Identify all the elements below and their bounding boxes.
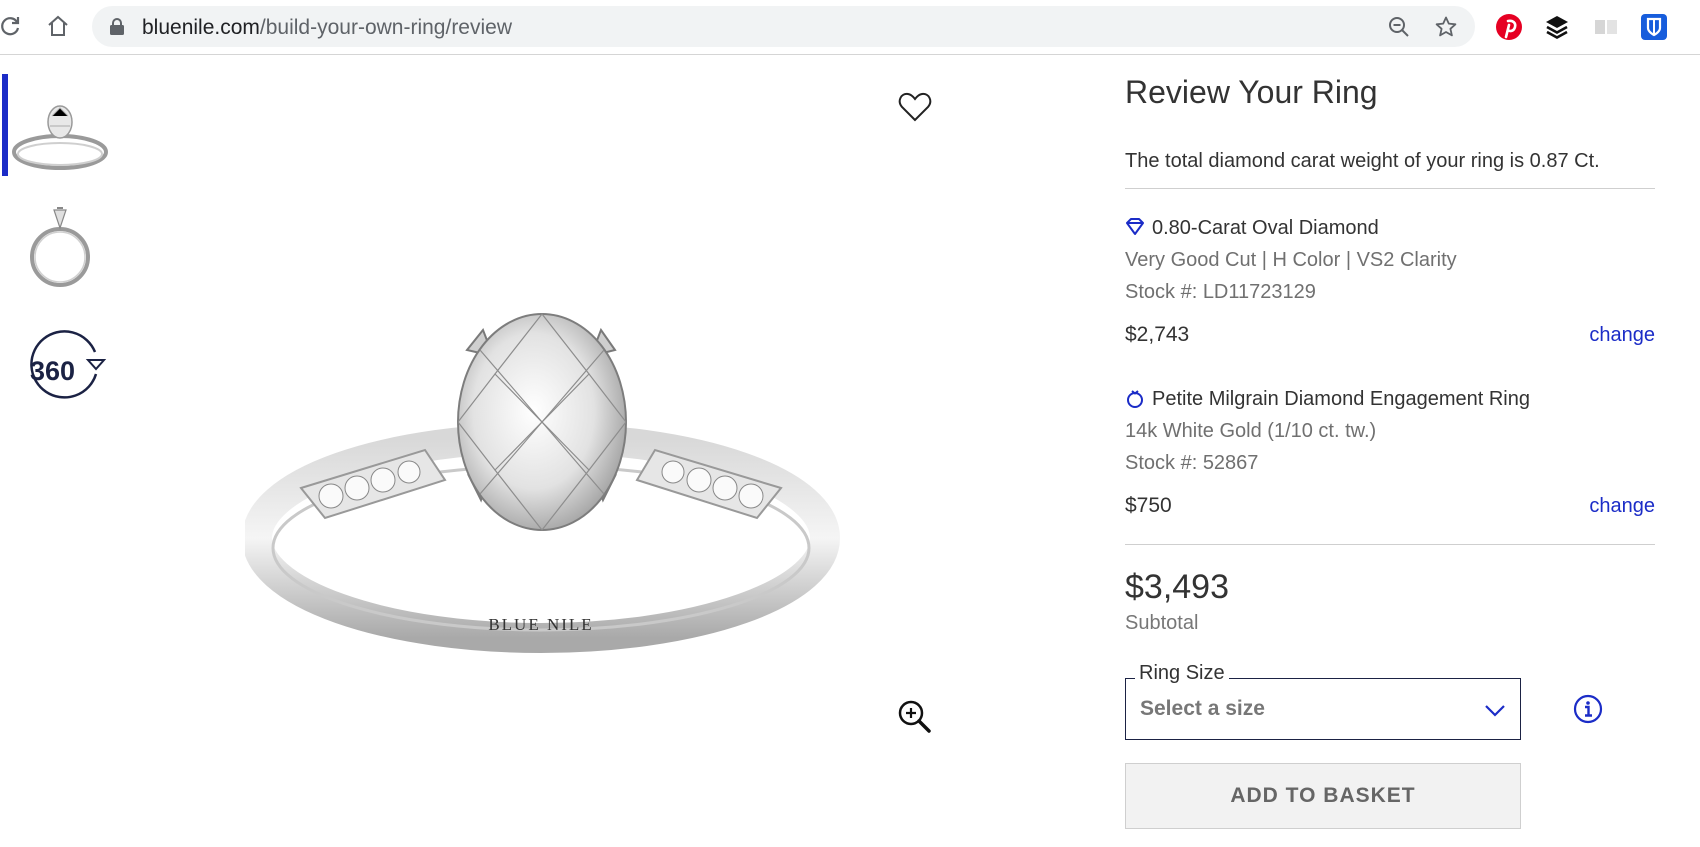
thumbnail-360-view[interactable]: 360 (8, 326, 110, 426)
setting-item-stock: Stock #: 52867 (1125, 452, 1259, 474)
divider (1125, 188, 1655, 189)
address-bar[interactable]: bluenile.com/build-your-own-ring/review (92, 6, 1475, 47)
ring-engraving: BLUE NILE (488, 615, 593, 634)
home-icon[interactable] (46, 14, 70, 38)
zoom-out-icon[interactable] (1387, 15, 1411, 39)
subtotal-label: Subtotal (1125, 612, 1199, 634)
ring-size-placeholder: Select a size (1140, 697, 1265, 720)
diamond-item-stock: Stock #: LD11723129 (1125, 281, 1316, 303)
setting-item-price: $750 (1125, 494, 1172, 517)
browser-toolbar: bluenile.com/build-your-own-ring/review (0, 0, 1700, 55)
password-manager-extension-icon[interactable] (1640, 13, 1668, 41)
ring-image: BLUE NILE (245, 313, 840, 653)
carat-weight-note: The total diamond carat weight of your r… (1125, 150, 1600, 172)
diamond-item-details: Very Good Cut | H Color | VS2 Clarity (1125, 249, 1457, 271)
setting-item-details: 14k White Gold (1/10 ct. tw.) (1125, 420, 1377, 442)
reload-icon[interactable] (0, 14, 22, 38)
heart-icon[interactable] (898, 91, 932, 123)
reader-extension-icon[interactable] (1592, 13, 1620, 41)
thumbnail-side-view[interactable] (8, 200, 110, 300)
setting-item-title: Petite Milgrain Diamond Engagement Ring (1125, 388, 1530, 411)
chevron-down-icon (1485, 705, 1505, 717)
url-text[interactable]: bluenile.com/build-your-own-ring/review (142, 16, 512, 40)
change-diamond-link[interactable]: change (1589, 324, 1655, 347)
info-icon[interactable] (1573, 694, 1603, 724)
zoom-in-icon[interactable] (896, 698, 932, 734)
ring-icon (1127, 390, 1143, 408)
ring-size-select[interactable]: Ring Size Select a size (1125, 662, 1521, 740)
divider (1125, 544, 1655, 545)
page-title: Review Your Ring (1125, 74, 1378, 110)
total-price: $3,493 (1125, 568, 1229, 606)
bookmark-star-icon[interactable] (1434, 15, 1458, 39)
change-setting-link[interactable]: change (1589, 495, 1655, 518)
diamond-item-price: $2,743 (1125, 323, 1190, 346)
thumbnail-front-view[interactable] (8, 88, 110, 188)
add-to-basket-button[interactable]: ADD TO BASKET (1125, 763, 1521, 829)
ring-size-label: Ring Size (1135, 662, 1229, 685)
diamond-item-title: 0.80-Carat Oval Diamond (1125, 217, 1379, 240)
layers-extension-icon[interactable] (1543, 13, 1571, 41)
pinterest-extension-icon[interactable] (1495, 13, 1523, 41)
diamond-icon (1126, 218, 1144, 235)
lock-icon (110, 18, 124, 35)
360-label: 360 (30, 356, 76, 386)
